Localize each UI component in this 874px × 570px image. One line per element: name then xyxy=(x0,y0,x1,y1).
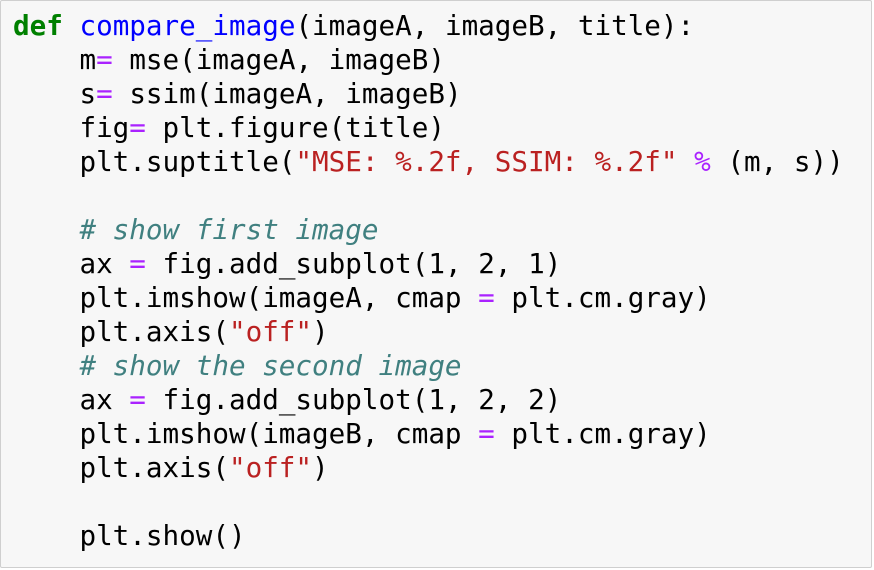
code-line: # show first image xyxy=(13,213,844,247)
operator-token: = xyxy=(478,417,495,450)
code-line: plt.axis("off") xyxy=(13,315,844,349)
string-literal-token: "MSE: %.2f, SSIM: %.2f" xyxy=(295,145,678,178)
code-text-token: plt.figure(title) xyxy=(145,111,445,144)
string-literal-token: "off" xyxy=(228,451,313,484)
code-text-token: plt.suptitle( xyxy=(13,145,296,178)
code-text-token: ax xyxy=(13,247,130,280)
code-text-token: ax xyxy=(13,383,130,416)
code-text-token: , xyxy=(494,247,529,280)
code-cell[interactable]: def compare_image(imageA, imageB, title)… xyxy=(0,0,872,568)
code-line: ax = fig.add_subplot(1, 2, 1) xyxy=(13,247,844,281)
number-token: 2 xyxy=(478,383,495,416)
number-token: 2 xyxy=(478,247,495,280)
operator-token: = xyxy=(96,43,113,76)
code-line: fig= plt.figure(title) xyxy=(13,111,844,145)
code-text-token: plt.axis( xyxy=(13,315,229,348)
code-block[interactable]: def compare_image(imageA, imageB, title)… xyxy=(13,9,844,553)
code-text-token: (imageA, imageB, title): xyxy=(295,9,695,42)
code-line: def compare_image(imageA, imageB, title)… xyxy=(13,9,844,43)
code-line: plt.axis("off") xyxy=(13,451,844,485)
code-text-token: plt.cm.gray) xyxy=(494,281,711,314)
number-token: 2 xyxy=(528,383,545,416)
code-line: plt.show() xyxy=(13,519,844,553)
code-text-token: ) xyxy=(312,315,329,348)
code-text-token: plt.cm.gray) xyxy=(494,417,711,450)
code-line: m= mse(imageA, imageB) xyxy=(13,43,844,77)
code-text-token: ) xyxy=(544,247,562,280)
code-text-token: plt.show() xyxy=(13,519,246,552)
code-text-token: , xyxy=(494,383,529,416)
operator-token: = xyxy=(129,111,146,144)
operator-token: = xyxy=(129,247,146,280)
code-text-token: fig xyxy=(13,111,130,144)
code-line: plt.imshow(imageB, cmap = plt.cm.gray) xyxy=(13,417,844,451)
string-literal-token: "off" xyxy=(228,315,313,348)
number-token: 1 xyxy=(528,247,545,280)
operator-token: = xyxy=(129,383,146,416)
comment-token: # show first image xyxy=(79,213,379,246)
code-text-token: ) xyxy=(312,451,329,484)
function-name-token: compare_image xyxy=(79,9,296,42)
code-line: ax = fig.add_subplot(1, 2, 2) xyxy=(13,383,844,417)
code-text-token: fig.add_subplot( xyxy=(145,247,429,280)
code-text-token: plt.imshow(imageB, cmap xyxy=(13,417,479,450)
keyword-token: def xyxy=(13,9,63,42)
operator-token: % xyxy=(694,145,711,178)
code-text-token: , xyxy=(444,247,479,280)
code-line: plt.suptitle("MSE: %.2f, SSIM: %.2f" % (… xyxy=(13,145,844,179)
code-line: plt.imshow(imageA, cmap = plt.cm.gray) xyxy=(13,281,844,315)
number-token: 1 xyxy=(428,247,445,280)
operator-token: = xyxy=(96,77,113,110)
code-text-token: s xyxy=(13,77,97,110)
code-text-token: , xyxy=(444,383,479,416)
operator-token: = xyxy=(478,281,495,314)
number-token: 1 xyxy=(428,383,445,416)
comment-token: # show the second image xyxy=(79,349,462,382)
code-line: # show the second image xyxy=(13,349,844,383)
code-text-token: m xyxy=(13,43,97,76)
code-text-token: plt.axis( xyxy=(13,451,229,484)
code-text-token: ssim(imageA, imageB) xyxy=(112,77,462,110)
code-text-token: plt.imshow(imageA, cmap xyxy=(13,281,479,314)
code-text-token: ) xyxy=(544,383,562,416)
code-text-token: fig.add_subplot( xyxy=(145,383,429,416)
code-text-token: mse(imageA, imageB) xyxy=(112,43,445,76)
code-line: s= ssim(imageA, imageB) xyxy=(13,77,844,111)
code-text-token: (m, s)) xyxy=(710,145,844,178)
